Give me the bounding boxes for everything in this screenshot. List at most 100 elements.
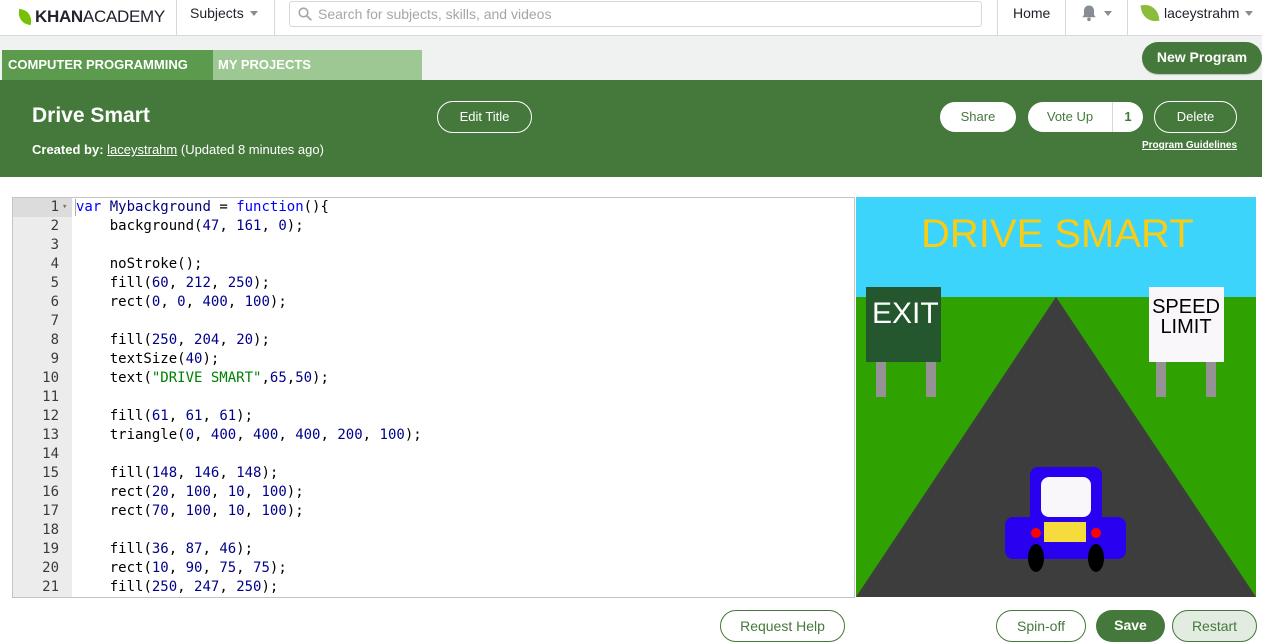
code-text: fill(250, 247, 250); xyxy=(109,579,279,595)
code-line[interactable]: 8 fill(250, 204, 20); xyxy=(13,331,854,350)
code-line[interactable]: 1 ▾ var Mybackground = function(){ xyxy=(13,198,854,217)
edit-title-button[interactable]: Edit Title xyxy=(437,101,532,133)
line-number: 19 xyxy=(42,541,59,557)
line-number: 5 xyxy=(50,275,59,291)
new-program-button[interactable]: New Program xyxy=(1142,42,1262,74)
line-number: 16 xyxy=(42,484,59,500)
subjects-label: Subjects xyxy=(190,5,244,21)
author-link[interactable]: laceystrahm xyxy=(107,142,177,157)
output-canvas[interactable]: DRIVE SMART EXIT SPEED LIMIT xyxy=(856,197,1256,597)
code-line[interactable]: 13 triangle(0, 400, 400, 400, 200, 100); xyxy=(13,426,854,445)
line-number: 4 xyxy=(50,256,59,272)
line-number: 15 xyxy=(42,465,59,481)
created-by-label: Created by: xyxy=(32,142,104,157)
vote-count: 1 xyxy=(1124,109,1132,124)
nav-divider xyxy=(1065,0,1066,36)
updated-time: (Updated 8 minutes ago) xyxy=(180,142,324,157)
top-navigation: KHANACADEMY Subjects Home laceystrahm xyxy=(0,0,1262,36)
code-text: rect(10, 90, 75, 75); xyxy=(109,560,287,576)
restart-button[interactable]: Restart xyxy=(1172,610,1257,642)
tail-light-left xyxy=(1031,528,1041,538)
code-text: text("DRIVE SMART",65,50); xyxy=(109,370,329,386)
username: laceystrahm xyxy=(1164,5,1240,21)
code-text: rect(0, 0, 400, 100); xyxy=(109,294,287,310)
code-line[interactable]: 17 rect(70, 100, 10, 100); xyxy=(13,502,854,521)
code-text: var Mybackground = function(){ xyxy=(76,199,329,215)
line-number: 20 xyxy=(42,560,59,576)
tab-computer-programming[interactable]: COMPUTER PROGRAMMING xyxy=(2,50,213,80)
code-line[interactable]: 18 xyxy=(13,521,854,540)
created-by: Created by: laceystrahm (Updated 8 minut… xyxy=(32,142,324,157)
save-button[interactable]: Save xyxy=(1096,610,1165,642)
code-line[interactable]: 14 xyxy=(13,445,854,464)
fold-arrow-icon[interactable]: ▾ xyxy=(62,198,67,217)
code-line[interactable]: 19 fill(36, 87, 46); xyxy=(13,540,854,559)
line-number: 11 xyxy=(42,389,59,405)
line-number: 6 xyxy=(50,294,59,310)
code-text: textSize(40); xyxy=(109,351,220,367)
chevron-down-icon xyxy=(249,10,258,16)
code-line[interactable]: 21 fill(250, 247, 250); xyxy=(13,578,854,597)
user-menu[interactable]: laceystrahm xyxy=(1140,2,1254,24)
line-number: 8 xyxy=(50,332,59,348)
code-text: fill(36, 87, 46); xyxy=(109,541,254,557)
page-title: Drive Smart xyxy=(32,104,150,127)
line-number: 17 xyxy=(42,503,59,519)
delete-button[interactable]: Delete xyxy=(1154,101,1237,133)
search-box[interactable] xyxy=(289,1,982,27)
code-text: rect(20, 100, 10, 100); xyxy=(109,484,304,500)
code-line[interactable]: 9 textSize(40); xyxy=(13,350,854,369)
avatar xyxy=(1140,2,1160,24)
code-line[interactable]: 2 background(47, 161, 0); xyxy=(13,217,854,236)
car-window xyxy=(1041,477,1091,517)
exit-sign-text: EXIT xyxy=(872,297,939,330)
search-input[interactable] xyxy=(318,6,958,22)
program-guidelines-link[interactable]: Program Guidelines xyxy=(1142,140,1237,151)
logo-light-text: ACADEMY xyxy=(82,7,165,26)
nav-divider xyxy=(997,0,998,36)
code-line[interactable]: 16 rect(20, 100, 10, 100); xyxy=(13,483,854,502)
code-line[interactable]: 4 noStroke(); xyxy=(13,255,854,274)
code-line[interactable]: 11 xyxy=(13,388,854,407)
code-line[interactable]: 5 fill(60, 212, 250); xyxy=(13,274,854,293)
canvas-title: DRIVE SMART xyxy=(921,212,1194,256)
home-link[interactable]: Home xyxy=(1013,5,1050,21)
line-number: 12 xyxy=(42,408,59,424)
line-number: 1 xyxy=(13,198,59,217)
code-text: rect(70, 100, 10, 100); xyxy=(109,503,304,519)
line-number: 21 xyxy=(42,579,59,595)
request-help-button[interactable]: Request Help xyxy=(720,610,845,642)
code-line[interactable]: 7 xyxy=(13,312,854,331)
code-text: background(47, 161, 0); xyxy=(109,218,304,234)
khan-academy-logo[interactable]: KHANACADEMY xyxy=(16,6,165,28)
share-button[interactable]: Share xyxy=(940,102,1016,132)
code-lines[interactable]: 1 ▾ var Mybackground = function(){ 2 backgr… xyxy=(13,198,854,597)
chevron-down-icon xyxy=(1104,10,1112,16)
code-line[interactable]: 12 fill(61, 61, 61); xyxy=(13,407,854,426)
code-line[interactable]: 6 rect(0, 0, 400, 100); xyxy=(13,293,854,312)
code-line[interactable]: 10 text("DRIVE SMART",65,50); xyxy=(13,369,854,388)
code-text: fill(250, 204, 20); xyxy=(109,332,270,348)
line-number: 3 xyxy=(50,237,59,253)
canvas-drawing: DRIVE SMART EXIT SPEED LIMIT xyxy=(856,197,1256,597)
line-number: 9 xyxy=(50,351,59,367)
spin-off-button[interactable]: Spin-off xyxy=(996,610,1086,642)
line-number: 2 xyxy=(50,218,59,234)
subjects-menu[interactable]: Subjects xyxy=(190,5,258,21)
line-number: 10 xyxy=(42,370,59,386)
code-editor[interactable]: 1 ▾ var Mybackground = function(){ 2 backgr… xyxy=(12,197,855,598)
code-text: fill(60, 212, 250); xyxy=(109,275,270,291)
notifications-menu[interactable] xyxy=(1080,4,1112,22)
tab-my-projects[interactable]: MY PROJECTS xyxy=(213,50,422,80)
logo-bold-text: KHAN xyxy=(35,7,83,26)
nav-divider xyxy=(1127,0,1128,36)
chevron-down-icon xyxy=(1245,10,1254,16)
code-line[interactable]: 20 rect(10, 90, 75, 75); xyxy=(13,559,854,578)
line-number: 14 xyxy=(42,446,59,462)
code-line[interactable]: 3 xyxy=(13,236,854,255)
vote-up-button[interactable]: Vote Up 1 xyxy=(1028,102,1143,132)
speed-limit-line1: SPEED xyxy=(1152,296,1220,318)
vote-up-label[interactable]: Vote Up xyxy=(1028,102,1113,132)
wheel-right xyxy=(1088,544,1104,572)
code-line[interactable]: 15 fill(148, 146, 148); xyxy=(13,464,854,483)
